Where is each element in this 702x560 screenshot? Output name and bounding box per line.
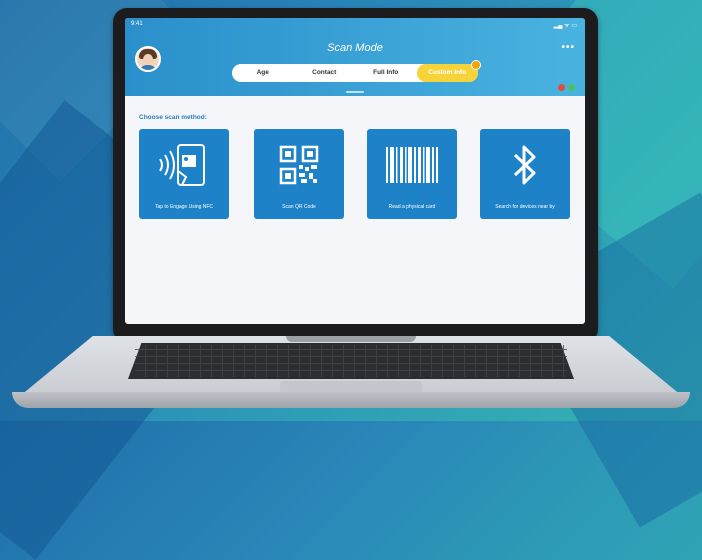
laptop-base-edge bbox=[12, 392, 690, 408]
scan-method-bluetooth-label: Search for devices near by bbox=[495, 204, 555, 210]
choose-scan-method-label: Choose scan method: bbox=[139, 114, 207, 121]
status-indicator-green bbox=[568, 84, 575, 91]
barcode-icon bbox=[367, 139, 457, 191]
app-header: 9:41 ▂▄ ᯤ ▭ Scan Mode ••• Age Contact Fu… bbox=[125, 18, 585, 96]
scan-method-nfc[interactable]: Tap to Engage Using NFC bbox=[139, 129, 229, 219]
scan-mode-tabs: Age Contact Full Info Custom Info bbox=[232, 60, 481, 82]
tab-contact[interactable]: Contact bbox=[294, 64, 356, 82]
nfc-phone-icon bbox=[139, 139, 229, 191]
qr-code-icon bbox=[254, 139, 344, 191]
scan-method-card[interactable]: Read a physical card bbox=[367, 129, 457, 219]
status-time: 9:41 bbox=[131, 21, 143, 27]
keyboard-keys bbox=[135, 345, 567, 377]
scan-method-qr-label: Scan QR Code bbox=[282, 204, 316, 210]
drag-handle[interactable] bbox=[346, 91, 364, 93]
tab-age[interactable]: Age bbox=[232, 64, 294, 82]
status-indicator-red bbox=[558, 84, 565, 91]
laptop-hinge bbox=[286, 336, 416, 342]
avatar-face bbox=[143, 54, 153, 65]
scan-method-card-label: Read a physical card bbox=[388, 204, 436, 210]
app-screen: 9:41 ▂▄ ᯤ ▭ Scan Mode ••• Age Contact Fu… bbox=[125, 18, 585, 324]
tab-custom-info-label: Custom Info bbox=[428, 69, 467, 76]
tab-custom-info[interactable]: Custom Info bbox=[416, 60, 481, 82]
scan-method-nfc-label: Tap to Engage Using NFC bbox=[154, 204, 214, 210]
lock-icon bbox=[471, 60, 481, 70]
scan-method-bluetooth[interactable]: Search for devices near by bbox=[480, 129, 570, 219]
status-icons: ▂▄ ᯤ ▭ bbox=[553, 23, 577, 29]
avatar-shirt bbox=[139, 65, 157, 70]
page-title: Scan Mode bbox=[327, 42, 383, 54]
bluetooth-icon bbox=[480, 139, 570, 191]
scan-method-qr[interactable]: Scan QR Code bbox=[254, 129, 344, 219]
tab-full-info[interactable]: Full Info bbox=[355, 64, 417, 82]
more-options-icon[interactable]: ••• bbox=[561, 42, 575, 53]
